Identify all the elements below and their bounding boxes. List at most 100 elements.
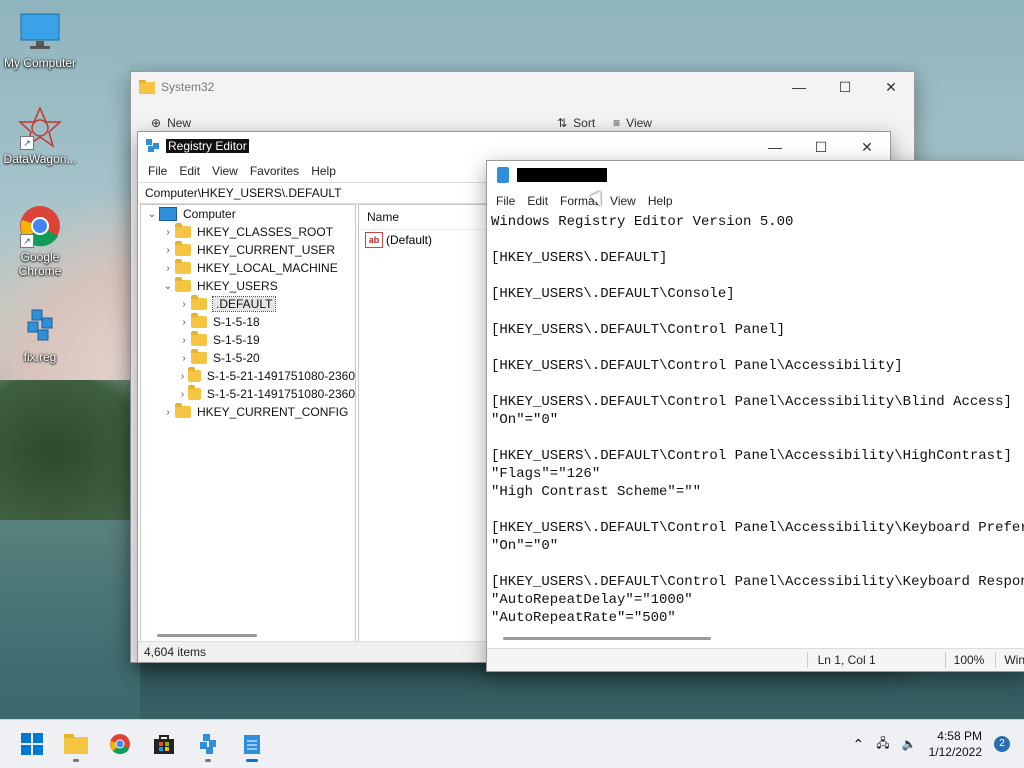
windows-icon (21, 733, 43, 755)
chevron-right-icon[interactable]: › (177, 389, 188, 400)
date: 1/12/2022 (928, 745, 982, 759)
tree-item[interactable]: › S-1-5-18 (141, 313, 355, 331)
view-icon: ≡ (613, 116, 621, 130)
desktop-icon-label: DataWagon... (3, 152, 77, 166)
taskbar-registry-editor[interactable] (188, 724, 228, 764)
tree-item-selected[interactable]: › .DEFAULT (141, 295, 355, 313)
folder-icon (188, 367, 201, 382)
network-icon[interactable]: 🖧 (876, 734, 889, 755)
chevron-right-icon[interactable]: › (177, 371, 188, 382)
taskbar-notepad[interactable] (232, 724, 272, 764)
menu-view[interactable]: View (206, 164, 244, 178)
tree-item[interactable]: › HKEY_LOCAL_MACHINE (141, 259, 355, 277)
text-line: "On"="0" (491, 412, 559, 428)
text-line: [HKEY_USERS\.DEFAULT\Control Panel\Acces… (491, 394, 1012, 410)
chevron-down-icon[interactable]: ⌄ (145, 209, 159, 220)
taskbar-chrome[interactable] (100, 724, 140, 764)
menu-view[interactable]: View (604, 194, 642, 208)
folder-icon (188, 385, 201, 400)
chevron-up-icon[interactable]: ⌃ (853, 736, 865, 753)
maximize-button[interactable]: ☐ (798, 132, 844, 162)
desktop-icon-datawagon[interactable]: ↗ DataWagon... (0, 106, 80, 166)
notepad-statusbar: Ln 1, Col 1 100% Win (487, 648, 1024, 671)
new-button[interactable]: ⊕ New (151, 116, 191, 130)
taskbar-file-explorer[interactable] (56, 724, 96, 764)
desktop-icon-label: Google Chrome (18, 250, 62, 278)
desktop-icon-my-computer[interactable]: My Computer (0, 10, 80, 70)
explorer-titlebar[interactable]: System32 — ☐ ✕ (131, 72, 914, 102)
tree-item[interactable]: › S-1-5-21-1491751080-2360 (141, 385, 355, 403)
text-line: "Flags"="126" (491, 466, 601, 482)
tree-label: HKEY_CURRENT_CONFIG (197, 405, 349, 419)
store-icon (154, 735, 174, 754)
chevron-right-icon[interactable]: › (161, 263, 175, 274)
text-line (487, 501, 1024, 519)
sort-icon: ⇅ (557, 116, 568, 130)
text-line: "AutoRepeatDelay"="1000" (491, 592, 693, 608)
tree-label: .DEFAULT (211, 296, 277, 312)
desktop-icon-label: fix.reg (23, 350, 57, 364)
tree-item[interactable]: › HKEY_CURRENT_CONFIG (141, 403, 355, 421)
menu-help[interactable]: Help (305, 164, 342, 178)
tree-item-computer[interactable]: ⌄ Computer (141, 205, 355, 223)
tree-label: S-1-5-21-1491751080-2360 (206, 387, 355, 401)
folder-icon (191, 349, 207, 364)
tree-label: S-1-5-20 (213, 351, 260, 365)
chevron-right-icon[interactable]: › (177, 353, 191, 364)
folder-icon (191, 313, 207, 328)
tree-scrollbar[interactable] (157, 634, 257, 637)
sort-button[interactable]: ⇅ Sort (557, 116, 595, 130)
tree-item[interactable]: › HKEY_CLASSES_ROOT (141, 223, 355, 241)
folder-icon (175, 241, 191, 256)
notepad-titlebar[interactable] (487, 161, 1024, 189)
menu-file[interactable]: File (490, 194, 521, 208)
notepad-text-area[interactable]: Windows Registry Editor Version 5.00 [HKE… (487, 213, 1024, 633)
notepad-scrollbar[interactable] (503, 637, 711, 640)
chevron-right-icon[interactable]: › (177, 317, 191, 328)
menu-edit[interactable]: Edit (521, 194, 554, 208)
chrome-icon (110, 734, 130, 755)
taskbar-store[interactable] (144, 724, 184, 764)
notepad-icon (497, 167, 509, 183)
folder-icon (175, 259, 191, 274)
folder-icon (175, 277, 191, 292)
close-button[interactable]: ✕ (868, 72, 914, 102)
minimize-button[interactable]: — (752, 132, 798, 162)
regedit-titlebar[interactable]: Registry Editor — ☐ ✕ (138, 132, 890, 160)
chevron-right-icon[interactable]: › (161, 245, 175, 256)
registry-tree[interactable]: ⌄ Computer › HKEY_CLASSES_ROOT › HKEY_CURRE… (140, 204, 356, 644)
computer-icon (159, 207, 177, 221)
cursor-position: Ln 1, Col 1 (817, 653, 876, 667)
minimize-button[interactable]: — (776, 72, 822, 102)
close-button[interactable]: ✕ (844, 132, 890, 162)
tree-label: Computer (183, 207, 236, 221)
chevron-right-icon[interactable]: › (177, 299, 191, 310)
desktop-icon-fix-reg[interactable]: fix.reg (0, 304, 80, 364)
value-name: (Default) (386, 233, 433, 247)
desktop-icon-chrome[interactable]: ↗ Google Chrome (0, 204, 80, 278)
tree-label: HKEY_USERS (197, 279, 278, 293)
tree-item[interactable]: › S-1-5-21-1491751080-2360 (141, 367, 355, 385)
tree-item[interactable]: ⌄ HKEY_USERS (141, 277, 355, 295)
view-button[interactable]: ≡ View (613, 116, 652, 130)
menu-file[interactable]: File (142, 164, 173, 178)
shortcut-arrow-icon: ↗ (20, 136, 34, 150)
notepad-window[interactable]: File Edit Format View Help Windows Regis… (486, 160, 1024, 672)
volume-icon[interactable]: 🔈 (902, 737, 917, 751)
maximize-button[interactable]: ☐ (822, 72, 868, 102)
start-button[interactable] (12, 724, 52, 764)
tree-item[interactable]: › HKEY_CURRENT_USER (141, 241, 355, 259)
sort-label: Sort (573, 116, 596, 130)
tree-item[interactable]: › S-1-5-19 (141, 331, 355, 349)
chevron-down-icon[interactable]: ⌄ (161, 281, 175, 292)
clock[interactable]: 4:58 PM 1/12/2022 (929, 728, 982, 760)
text-line (487, 375, 1024, 393)
chevron-right-icon[interactable]: › (177, 335, 191, 346)
chevron-right-icon[interactable]: › (161, 407, 175, 418)
menu-help[interactable]: Help (642, 194, 679, 208)
menu-edit[interactable]: Edit (173, 164, 206, 178)
tree-item[interactable]: › S-1-5-20 (141, 349, 355, 367)
notification-badge[interactable]: 2 (994, 736, 1010, 752)
menu-favorites[interactable]: Favorites (244, 164, 305, 178)
chevron-right-icon[interactable]: › (161, 227, 175, 238)
